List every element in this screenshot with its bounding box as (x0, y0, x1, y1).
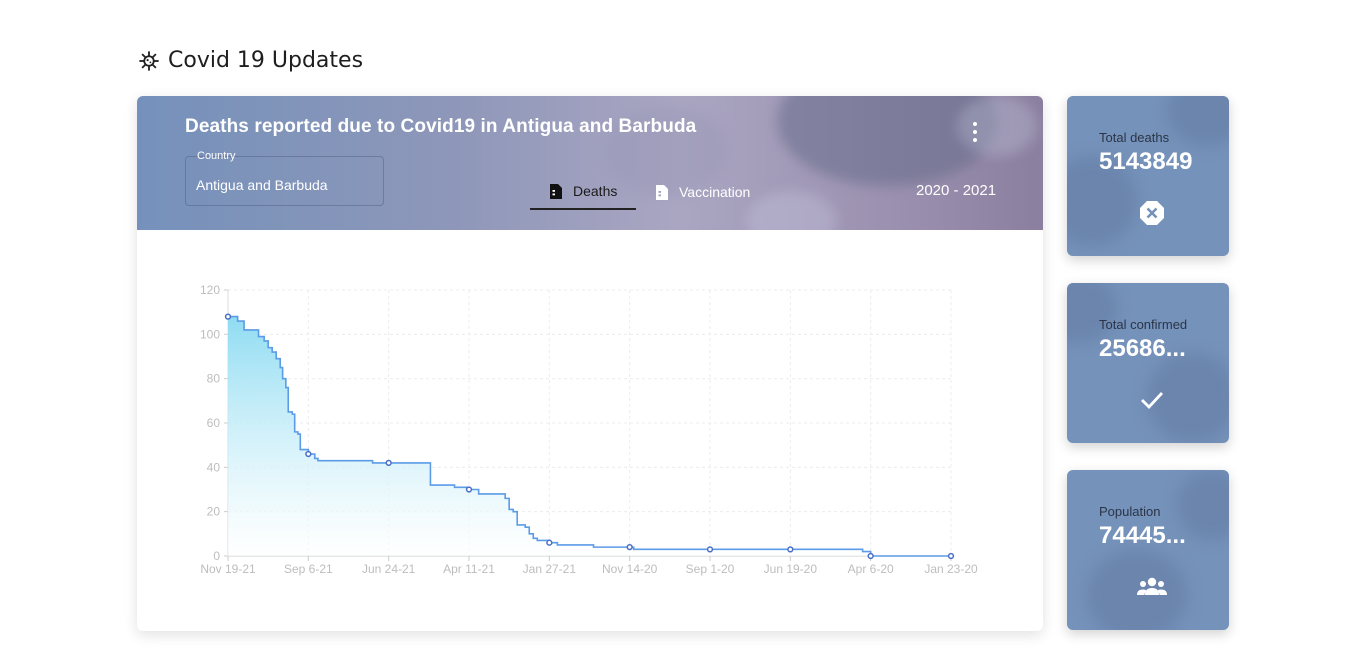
y-tick-label: 60 (207, 416, 221, 430)
tab-bar: Deaths Vaccination (530, 174, 766, 212)
deaths-chart-card: Deaths reported due to Covid19 in Antigu… (137, 96, 1043, 631)
check-icon (1141, 392, 1164, 410)
virus-icon (139, 50, 159, 71)
card-decoration (1067, 283, 1117, 343)
page-header: Covid 19 Updates (138, 48, 363, 73)
data-point (224, 313, 232, 320)
x-tick-label: Nov 14-20 (602, 562, 658, 576)
tab-vaccination[interactable]: Vaccination (636, 174, 766, 210)
y-tick-label: 40 (207, 460, 221, 474)
y-tick-label: 0 (213, 549, 220, 563)
year-range: 2020 - 2021 (916, 182, 997, 199)
x-tick-label: Sep 6-21 (284, 562, 333, 576)
card-decoration (1167, 96, 1229, 146)
tab-vaccination-label: Vaccination (679, 184, 751, 200)
data-point (305, 450, 312, 458)
data-point (867, 552, 874, 560)
stat-label: Total confirmed (1099, 317, 1188, 332)
stat-card-population: Population 74445... (1067, 470, 1229, 630)
deaths-chart: 0 20 40 60 80 100 120 Nov 19-21 Sep 6-21 Jun 24-2… (137, 230, 1043, 631)
x-tick-label: Apr 11-21 (443, 562, 495, 576)
y-tick-label: 20 (207, 505, 221, 519)
chart-svg: 0 20 40 60 80 100 120 Nov 19-21 Sep 6-21 Jun 24-2… (200, 283, 978, 576)
data-point (947, 552, 955, 560)
card-title: Deaths reported due to Covid19 in Antigu… (185, 116, 697, 137)
x-tick-label: Jun 19-20 (764, 562, 818, 576)
y-tick-label: 80 (207, 372, 221, 386)
country-label: Country (197, 150, 236, 162)
x-tick-label: Sep 1-20 (686, 562, 735, 576)
data-point (706, 546, 714, 553)
stat-label: Population (1099, 504, 1161, 519)
document-icon (550, 183, 562, 199)
page-title: Covid 19 Updates (168, 48, 364, 73)
stat-value: 5143849 (1099, 148, 1193, 175)
x-tick-label: Jan 27-21 (523, 562, 577, 576)
x-tick-label: Nov 19-21 (200, 562, 256, 576)
document-icon (656, 184, 668, 200)
tab-deaths-label: Deaths (573, 183, 618, 199)
card-header: Deaths reported due to Covid19 in Antigu… (137, 96, 1043, 230)
stat-label: Total deaths (1099, 130, 1170, 145)
data-point (546, 539, 553, 546)
x-tick-label: Jun 24-21 (362, 562, 416, 576)
close-octagon-icon (1140, 201, 1164, 225)
tab-deaths[interactable]: Deaths (530, 174, 636, 210)
y-tick-label: 120 (200, 283, 220, 297)
area-fill (228, 316, 951, 556)
y-tick-label: 100 (200, 327, 220, 341)
country-select[interactable]: Country Antigua and Barbuda (185, 150, 384, 206)
stat-card-total-confirmed: Total confirmed 25686... (1067, 283, 1229, 443)
stat-value: 74445... (1099, 522, 1186, 549)
x-tick-label: Apr 6-20 (848, 562, 894, 576)
x-tick-label: Jan 23-20 (924, 562, 978, 576)
data-point (385, 459, 392, 467)
more-vert-icon[interactable] (967, 122, 983, 142)
data-point (787, 546, 794, 553)
people-icon (1137, 577, 1167, 595)
data-point (465, 486, 473, 493)
stat-card-total-deaths: Total deaths 5143849 (1067, 96, 1229, 256)
country-value: Antigua and Barbuda (196, 177, 328, 193)
data-point (626, 543, 633, 551)
stat-value: 25686... (1099, 335, 1186, 362)
